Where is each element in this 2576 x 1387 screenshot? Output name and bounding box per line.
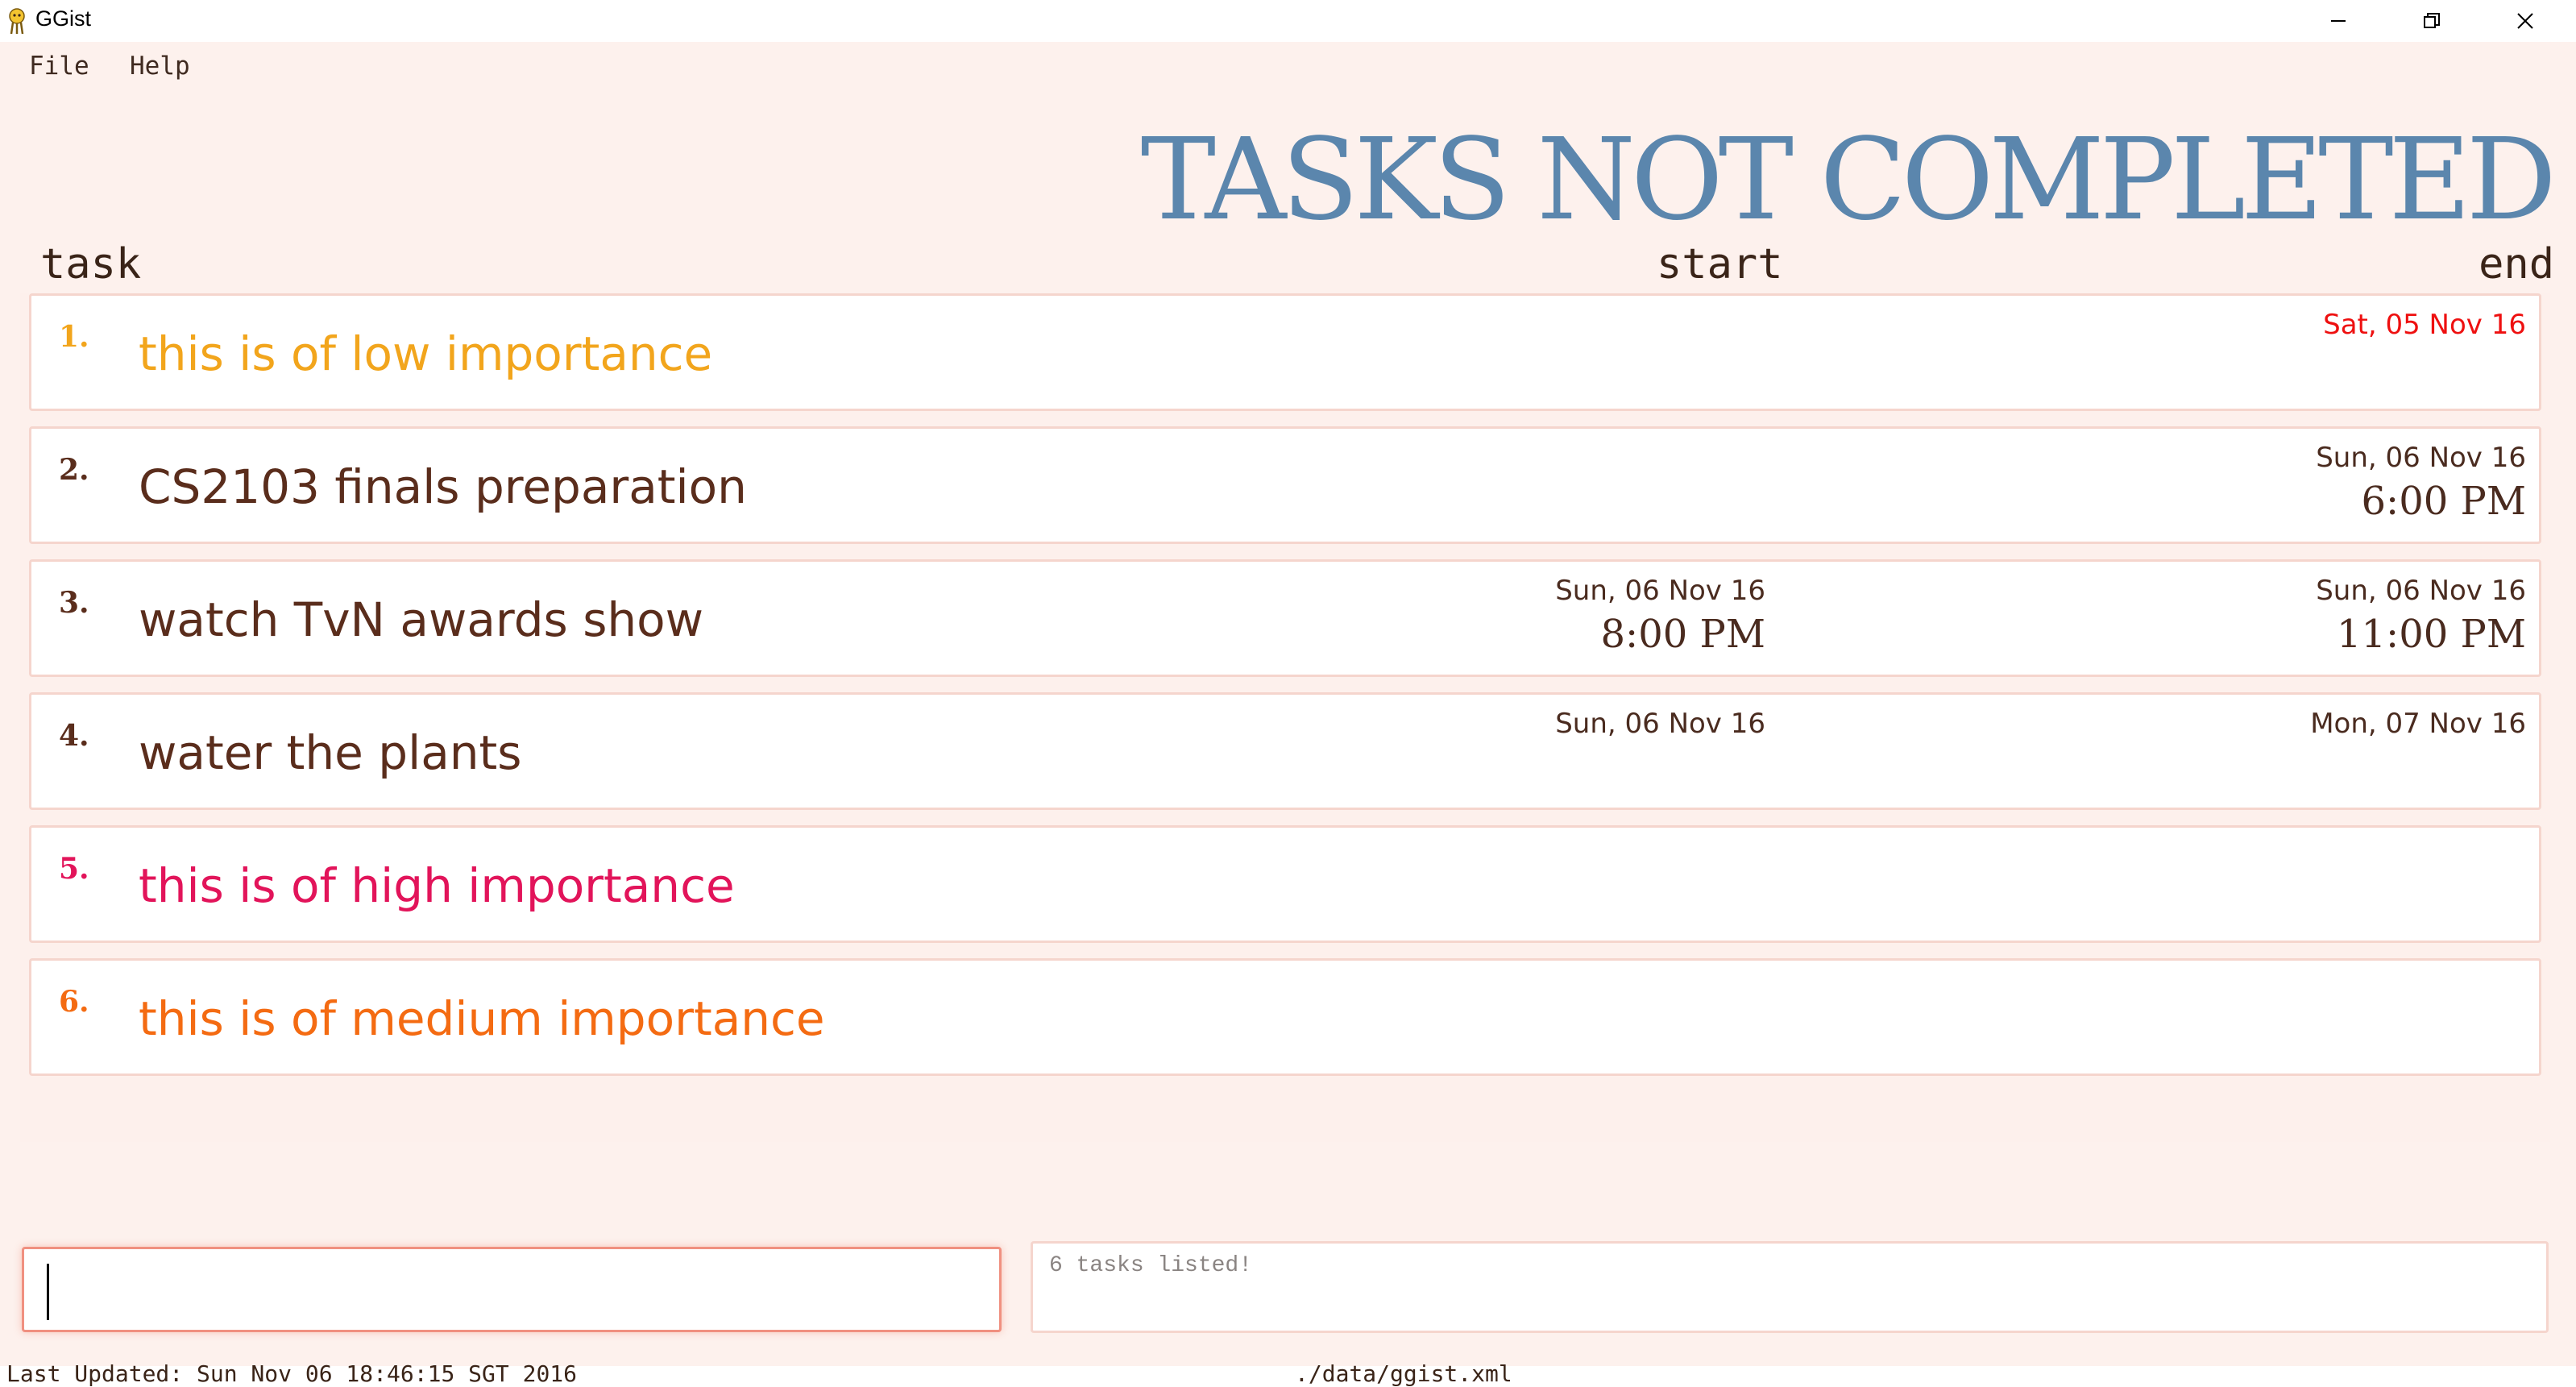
column-header-end: end [2479, 240, 2554, 289]
command-input[interactable] [32, 1257, 983, 1322]
app-logo-icon [9, 8, 25, 35]
task-card[interactable]: 1. this is of low importance Sat, 05 Nov… [29, 293, 2541, 411]
task-start-time: 8:00 PM [1600, 612, 1766, 657]
task-end-date: Sun, 06 Nov 16 [2316, 575, 2526, 607]
task-card[interactable]: 3. watch TvN awards show Sun, 06 Nov 16 … [29, 559, 2541, 677]
task-index: 4. [59, 719, 89, 753]
column-header-start: start [1657, 240, 1783, 289]
task-index: 2. [59, 453, 89, 487]
close-button[interactable] [2479, 0, 2572, 42]
column-header-task: task [40, 240, 142, 289]
task-end-time: 6:00 PM [2361, 479, 2527, 524]
task-list[interactable]: 1. this is of low importance Sat, 05 Nov… [20, 293, 2550, 1142]
task-end-date: Mon, 07 Nov 16 [2310, 708, 2526, 740]
menu-help[interactable]: Help [130, 52, 190, 81]
task-name: CS2103 finals preparation [139, 459, 747, 514]
app-window: File Help TASKS NOT COMPLETED task start… [0, 42, 2576, 1387]
task-card[interactable]: 6. this is of medium importance [29, 958, 2541, 1076]
minimize-icon [2331, 20, 2346, 22]
command-box[interactable] [22, 1247, 1002, 1332]
task-name: this is of high importance [139, 858, 735, 913]
result-display: 6 tasks listed! [1031, 1241, 2549, 1333]
restore-button[interactable] [2385, 0, 2479, 42]
status-file-path: ./data/ggist.xml [1295, 1360, 1512, 1387]
task-start-date: Sun, 06 Nov 16 [1555, 708, 1765, 740]
task-name: water the plants [139, 725, 522, 780]
task-end-date: Sun, 06 Nov 16 [2316, 442, 2526, 474]
menu-file[interactable]: File [29, 52, 89, 81]
close-icon [2517, 13, 2533, 29]
result-message: 6 tasks listed! [1049, 1253, 1253, 1278]
menu-bar: File Help [0, 42, 2576, 93]
page-title: TASKS NOT COMPLETED [1140, 114, 2557, 246]
text-caret [47, 1264, 49, 1320]
task-card[interactable]: 4. water the plants Sun, 06 Nov 16 Mon, … [29, 692, 2541, 810]
task-end-date: Sat, 05 Nov 16 [2323, 309, 2526, 341]
task-name: watch TvN awards show [139, 592, 704, 647]
task-index: 3. [59, 586, 89, 620]
task-end-time: 11:00 PM [2336, 612, 2526, 657]
task-name: this is of low importance [139, 326, 713, 381]
status-last-updated: Last Updated: Sun Nov 06 18:46:15 SGT 20… [6, 1360, 578, 1387]
window-title: GGist [35, 6, 92, 31]
restore-icon [2424, 13, 2440, 28]
task-name: this is of medium importance [139, 991, 825, 1046]
window-titlebar: GGist [0, 0, 2576, 42]
task-card[interactable]: 2. CS2103 finals preparation Sun, 06 Nov… [29, 426, 2541, 544]
task-index: 6. [59, 985, 89, 1019]
task-index: 5. [59, 852, 89, 886]
minimize-button[interactable] [2292, 0, 2385, 42]
task-start-date: Sun, 06 Nov 16 [1555, 575, 1765, 607]
task-index: 1. [59, 320, 89, 354]
task-card[interactable]: 5. this is of high importance [29, 825, 2541, 943]
